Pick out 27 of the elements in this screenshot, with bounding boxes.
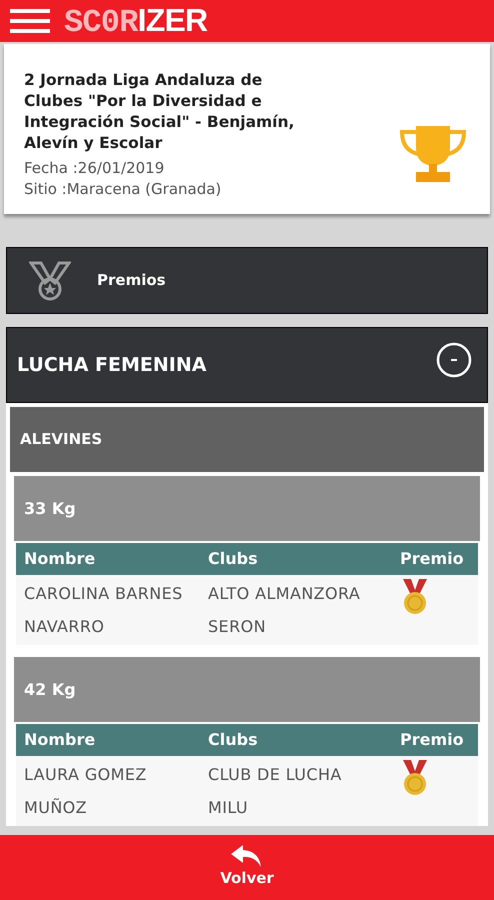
prizes-bar[interactable]: Premios [6, 247, 488, 314]
menu-icon[interactable] [10, 8, 50, 34]
table-cell-text: CAROLINA BARNES NAVARRO [23, 583, 184, 638]
category-header[interactable]: ALEVINES [10, 407, 484, 472]
table-cell-text: ALTO ALMANZORA SERON [208, 583, 362, 638]
app-logo: SC0RIZER [64, 4, 208, 38]
event-place: Sitio :Maracena (Granada) [24, 179, 222, 200]
medal-icon [29, 260, 71, 300]
column-header: Nombre [23, 729, 96, 751]
column-header: Clubs [208, 729, 259, 751]
column-header: Clubs [208, 548, 259, 570]
reply-arrow-icon [231, 845, 263, 868]
weight-header[interactable]: 42 Kg [14, 657, 480, 722]
column-header: Premio [400, 729, 465, 751]
table-cell-text: LAURA GOMEZ MUÑOZ [23, 764, 148, 819]
column-header: Premio [400, 548, 465, 570]
section-header[interactable]: LUCHA FEMENINA [6, 327, 488, 403]
event-date: Fecha :26/01/2019 [24, 158, 166, 179]
trophy-icon [398, 126, 468, 184]
column-header: Nombre [23, 548, 96, 570]
event-title: 2 Jornada Liga Andaluza de Clubes "Por la Diversidad e Integración Social" - Benjamín, Alevín y Escolar [24, 70, 296, 154]
collapse-icon[interactable] [435, 341, 473, 379]
back-button[interactable]: Volver [0, 835, 494, 900]
section-title: LUCHA FEMENINA [17, 352, 206, 378]
weight-header[interactable]: 33 Kg [14, 476, 480, 541]
table-cell-text: CLUB DE LUCHA MILU [208, 764, 343, 819]
prizes-label: Premios [97, 270, 166, 292]
